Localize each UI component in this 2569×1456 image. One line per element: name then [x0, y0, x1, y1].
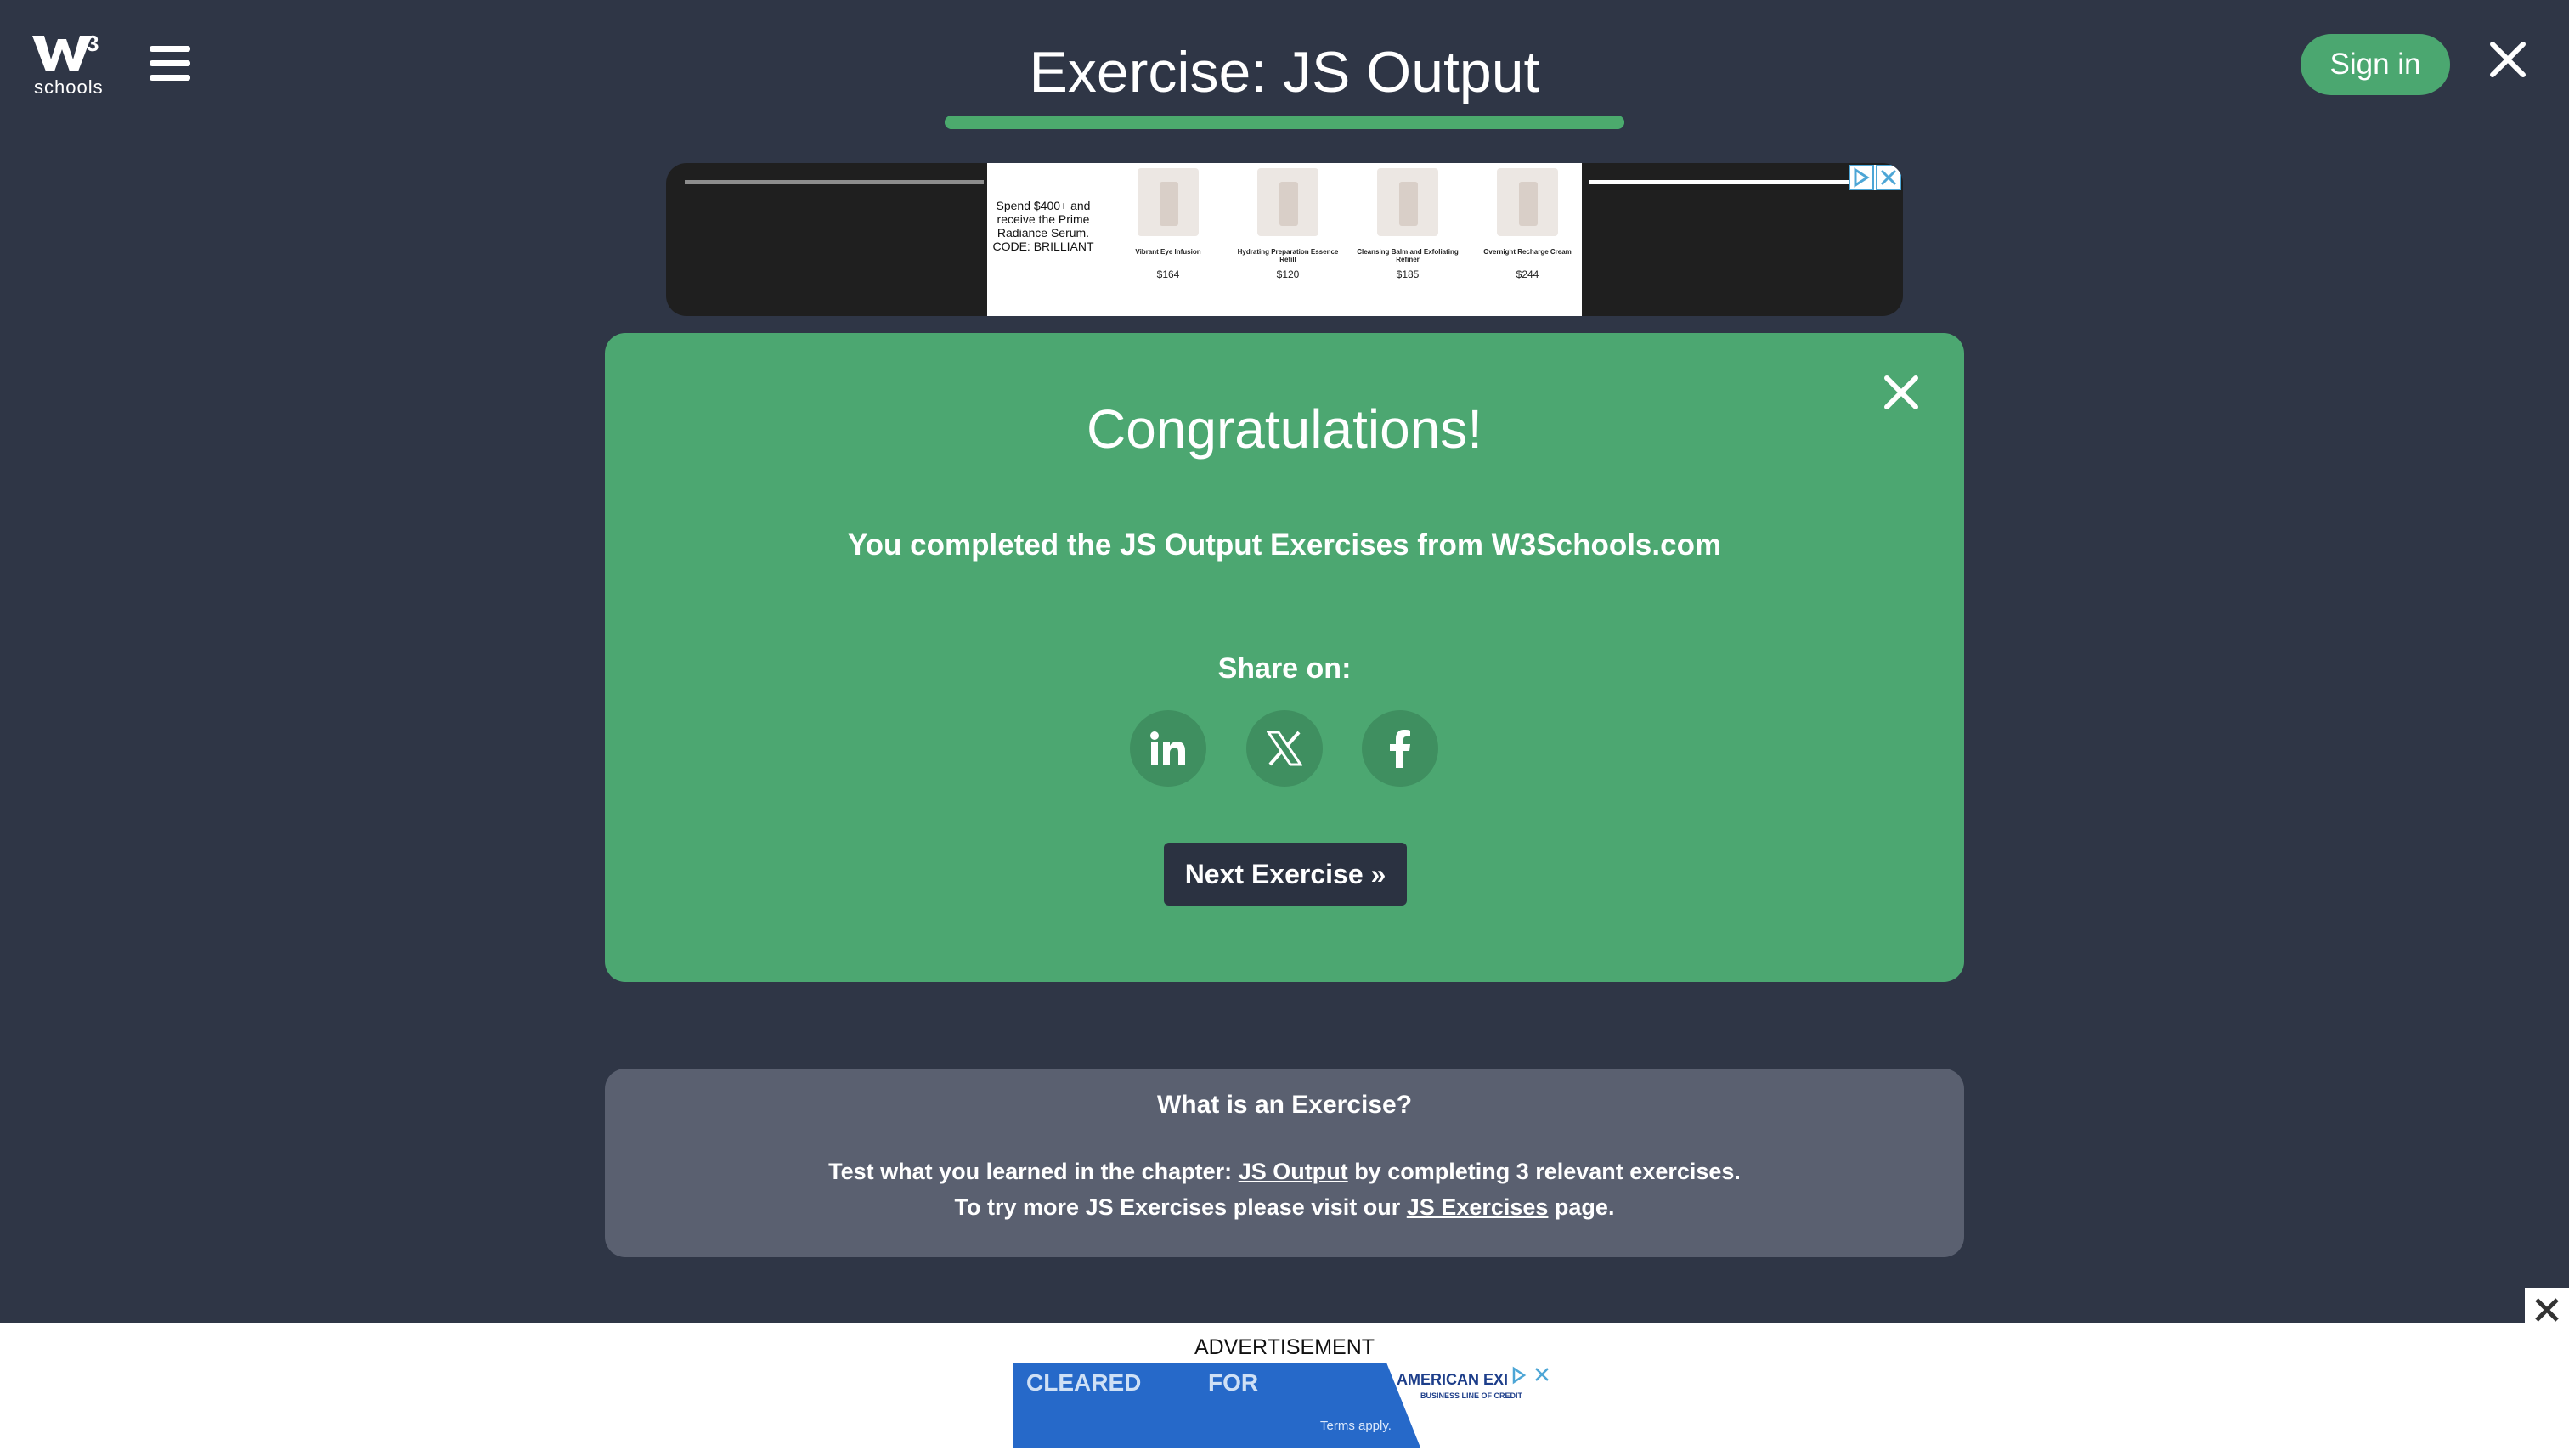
info-text: by completing 3 relevant exercises.: [1347, 1159, 1741, 1184]
ad-video-progress-right: [1589, 180, 1857, 184]
product-name: Cleansing Balm and Exfoliating Refiner: [1357, 248, 1459, 263]
exercise-info-panel: What is an Exercise? Test what you learn…: [605, 1069, 1964, 1257]
product-image: [1377, 168, 1438, 236]
info-line-1: Test what you learned in the chapter: JS…: [605, 1159, 1964, 1185]
info-text: page.: [1548, 1194, 1615, 1220]
ad-brand-sub: BUSINESS LINE OF CREDIT: [1420, 1391, 1523, 1400]
info-text: Test what you learned in the chapter:: [828, 1159, 1239, 1184]
share-x-button[interactable]: [1246, 710, 1323, 787]
completion-message: You completed the JS Output Exercises fr…: [847, 528, 1722, 562]
ad-brand: AMERICAN EXI: [1397, 1371, 1509, 1388]
close-icon[interactable]: [2489, 41, 2527, 78]
info-line-2: To try more JS Exercises please visit ou…: [605, 1194, 1964, 1221]
product-name: Hydrating Preparation Essence Refill: [1237, 248, 1339, 263]
top-advertisement[interactable]: Spend $400+ and receive the Prime Radian…: [666, 163, 1903, 316]
product-image: [1497, 168, 1558, 236]
ad-headline-2: FOR: [1208, 1369, 1259, 1396]
ad-terms: Terms apply.: [1320, 1419, 1392, 1433]
share-linkedin-button[interactable]: [1130, 710, 1206, 787]
page-title: Exercise: JS Output: [1029, 40, 1540, 104]
product-image: [1257, 168, 1318, 236]
product-price: $120: [1276, 268, 1300, 280]
product-price: $185: [1396, 268, 1420, 280]
product-name: Vibrant Eye Infusion: [1135, 248, 1201, 256]
share-label: Share on:: [1217, 652, 1352, 685]
ad-promo-text: Spend $400+ and receive the Prime Radian…: [992, 199, 1094, 253]
bottom-advertisement: ADVERTISEMENT CLEARED FOR Terms apply. A…: [0, 1323, 2569, 1456]
product-image: [1138, 168, 1199, 236]
advertisement-label: ADVERTISEMENT: [1194, 1335, 1375, 1359]
ad-product[interactable]: Cleansing Balm and Exfoliating Refiner $…: [1352, 168, 1463, 280]
info-heading: What is an Exercise?: [1156, 1091, 1413, 1119]
ad-product[interactable]: Hydrating Preparation Essence Refill $12…: [1233, 168, 1343, 280]
ad-headline: CLEARED: [1026, 1369, 1142, 1396]
congratulations-panel: Congratulations! You completed the JS Ou…: [605, 333, 1964, 982]
ad-video-progress: [685, 180, 984, 184]
ad-choices-icon[interactable]: [1510, 1366, 1551, 1385]
facebook-icon: [1390, 730, 1410, 768]
product-price: $164: [1156, 268, 1180, 280]
next-exercise-button[interactable]: Next Exercise »: [1164, 843, 1407, 906]
info-text: To try more JS Exercises please visit ou…: [954, 1194, 1407, 1220]
progress-fill: [945, 116, 1624, 129]
chapter-link[interactable]: JS Output: [1239, 1159, 1348, 1184]
congrats-heading: Congratulations!: [1086, 398, 1483, 460]
x-twitter-icon: [1267, 731, 1302, 766]
ad-choices[interactable]: [1849, 165, 1901, 190]
sign-in-button[interactable]: Sign in: [2301, 34, 2450, 95]
linkedin-icon: [1150, 731, 1185, 765]
close-icon: [2535, 1298, 2559, 1322]
progress-bar: [945, 116, 1624, 129]
ad-product[interactable]: Overnight Recharge Cream $244: [1472, 168, 1583, 280]
ad-panel[interactable]: Spend $400+ and receive the Prime Radian…: [987, 163, 1582, 316]
product-name: Overnight Recharge Cream: [1483, 248, 1572, 256]
ad-choices-icon[interactable]: [1849, 165, 1901, 190]
product-price: $244: [1516, 268, 1539, 280]
ad-banner[interactable]: CLEARED FOR Terms apply. AMERICAN EXI BU…: [1013, 1363, 1556, 1448]
share-facebook-button[interactable]: [1362, 710, 1438, 787]
js-exercises-link[interactable]: JS Exercises: [1407, 1194, 1549, 1220]
ad-product[interactable]: Vibrant Eye Infusion $164: [1113, 168, 1223, 280]
